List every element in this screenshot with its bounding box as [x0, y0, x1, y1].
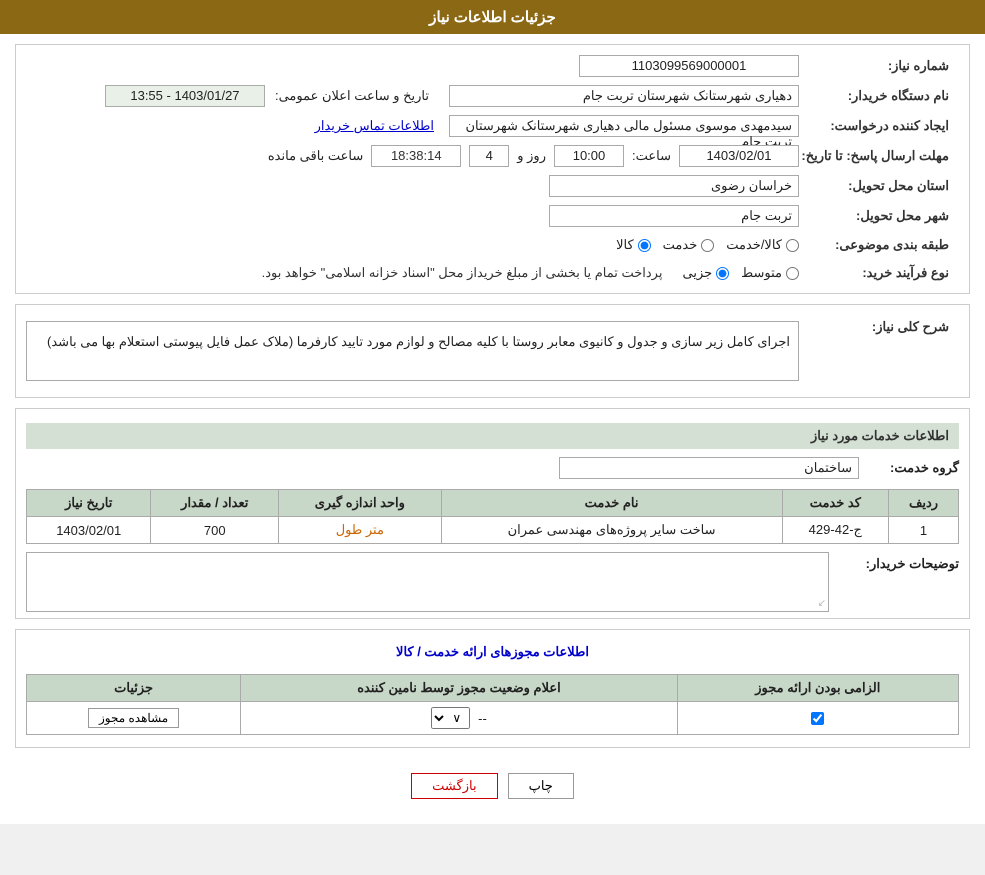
time-value: 10:00	[554, 145, 624, 167]
buyer-org-value: دهیاری شهرستانک شهرستان تربت جام	[449, 85, 799, 107]
description-section: شرح کلی نیاز: اجرای کامل زیر سازی و جدول…	[15, 304, 970, 398]
services-title: اطلاعات خدمات مورد نیاز	[26, 423, 959, 449]
print-button[interactable]: چاپ	[508, 773, 574, 799]
page-title: جزئیات اطلاعات نیاز	[429, 9, 556, 26]
license-col-required: الزامی بودن ارائه مجوز	[677, 675, 958, 702]
radio-motavaset-label: متوسط	[741, 265, 782, 281]
category-label: طبقه بندی موضوعی:	[799, 237, 959, 253]
license-required-checkbox[interactable]	[811, 712, 824, 725]
license-section: اطلاعات مجوزهای ارائه خدمت / کالا الزامی…	[15, 629, 970, 748]
radio-kala-input[interactable]	[638, 239, 651, 252]
category-radio-group: کالا/خدمت خدمت کالا	[616, 237, 799, 253]
cell-row: 1	[889, 517, 959, 544]
buyer-description-section: توضیحات خریدار: ↙	[26, 552, 959, 612]
license-required-cell	[677, 702, 958, 735]
radio-motavaset-input[interactable]	[786, 267, 799, 280]
city-row: شهر محل تحویل: تربت جام	[26, 201, 959, 231]
license-status-cell: -- ∨	[241, 702, 677, 735]
deadline-label: مهلت ارسال پاسخ: تا تاریخ:	[799, 148, 959, 164]
col-code: کد خدمت	[782, 490, 888, 517]
view-license-button[interactable]: مشاهده مجوز	[88, 708, 179, 728]
group-value: ساختمان	[559, 457, 859, 479]
page-header: جزئیات اطلاعات نیاز	[0, 0, 985, 34]
group-row: گروه خدمت: ساختمان	[26, 453, 959, 483]
main-content: شماره نیاز: 1103099569000001 نام دستگاه …	[0, 34, 985, 824]
services-section: اطلاعات خدمات مورد نیاز گروه خدمت: ساختم…	[15, 408, 970, 619]
need-number-row: شماره نیاز: 1103099569000001	[26, 51, 959, 81]
col-unit: واحد اندازه گیری	[279, 490, 441, 517]
list-item: -- ∨ مشاهده مجوز	[27, 702, 959, 735]
category-row: طبقه بندی موضوعی: کالا/خدمت خدمت کالا	[26, 231, 959, 259]
time-label: ساعت:	[632, 148, 671, 164]
services-table: ردیف کد خدمت نام خدمت واحد اندازه گیری ت…	[26, 489, 959, 544]
buyer-org-label: نام دستگاه خریدار:	[799, 88, 959, 104]
need-number-label: شماره نیاز:	[799, 58, 959, 74]
radio-khadamat[interactable]: خدمت	[663, 237, 715, 253]
radio-khadamat-label: خدمت	[663, 237, 698, 253]
need-number-value: 1103099569000001	[579, 55, 799, 77]
radio-kala-label: کالا	[616, 237, 634, 253]
creator-row: ایجاد کننده درخواست: سیدمهدی موسوی مسئول…	[26, 111, 959, 141]
license-table: الزامی بودن ارائه مجوز اعلام وضعیت مجوز …	[26, 674, 959, 735]
days-label: روز و	[517, 148, 546, 164]
buyer-org-row: نام دستگاه خریدار: دهیاری شهرستانک شهرست…	[26, 81, 959, 111]
radio-jozi[interactable]: جزیی	[682, 265, 729, 281]
group-label: گروه خدمت:	[859, 460, 959, 476]
license-title: اطلاعات مجوزهای ارائه خدمت / کالا	[26, 636, 959, 668]
creator-value: سیدمهدی موسوی مسئول مالی دهیاری شهرستانک…	[449, 115, 799, 137]
announce-label: تاریخ و ساعت اعلان عمومی:	[275, 88, 429, 104]
resize-icon: ↙	[818, 598, 826, 609]
col-date: تاریخ نیاز	[27, 490, 151, 517]
description-value: اجرای کامل زیر سازی و جدول و کانیوی معاب…	[26, 321, 799, 381]
remaining-value: 18:38:14	[371, 145, 461, 167]
cell-unit: متر طول	[279, 517, 441, 544]
remaining-label: ساعت باقی مانده	[268, 148, 363, 164]
page-wrapper: جزئیات اطلاعات نیاز شماره نیاز: 11030995…	[0, 0, 985, 824]
col-name: نام خدمت	[441, 490, 782, 517]
col-row: ردیف	[889, 490, 959, 517]
radio-kala-khadamat-label: کالا/خدمت	[726, 237, 782, 253]
radio-kala-khadamat[interactable]: کالا/خدمت	[726, 237, 799, 253]
deadline-row: مهلت ارسال پاسخ: تا تاریخ: 1403/02/01 سا…	[26, 141, 959, 171]
info-section: شماره نیاز: 1103099569000001 نام دستگاه …	[15, 44, 970, 294]
description-row: شرح کلی نیاز: اجرای کامل زیر سازی و جدول…	[26, 311, 959, 391]
days-value: 4	[469, 145, 509, 167]
process-radio-group: متوسط جزیی	[682, 265, 799, 281]
footer-buttons: چاپ بازگشت	[15, 758, 970, 814]
contact-link[interactable]: اطلاعات تماس خریدار	[315, 118, 434, 134]
license-col-status: اعلام وضعیت مجوز توسط نامین کننده	[241, 675, 677, 702]
radio-kala[interactable]: کالا	[616, 237, 651, 253]
radio-khadamat-input[interactable]	[701, 239, 714, 252]
license-details-cell: مشاهده مجوز	[27, 702, 241, 735]
table-row: 1 ج-42-429 ساخت سایر پروژه‌های مهندسی عم…	[27, 517, 959, 544]
cell-date: 1403/02/01	[27, 517, 151, 544]
radio-jozi-input[interactable]	[716, 267, 729, 280]
province-label: استان محل تحویل:	[799, 178, 959, 194]
cell-name: ساخت سایر پروژه‌های مهندسی عمران	[441, 517, 782, 544]
date-value: 1403/02/01	[679, 145, 799, 167]
radio-jozi-label: جزیی	[682, 265, 712, 281]
province-row: استان محل تحویل: خراسان رضوی	[26, 171, 959, 201]
radio-motavaset[interactable]: متوسط	[741, 265, 799, 281]
city-label: شهر محل تحویل:	[799, 208, 959, 224]
creator-label: ایجاد کننده درخواست:	[799, 118, 959, 134]
buyer-desc-label: توضیحات خریدار:	[829, 552, 959, 576]
back-button[interactable]: بازگشت	[411, 773, 497, 799]
province-value: خراسان رضوی	[549, 175, 799, 197]
announce-value: 1403/01/27 - 13:55	[105, 85, 265, 107]
cell-quantity: 700	[151, 517, 279, 544]
col-quantity: تعداد / مقدار	[151, 490, 279, 517]
license-status-select[interactable]: ∨	[431, 707, 470, 729]
city-value: تربت جام	[549, 205, 799, 227]
description-label: شرح کلی نیاز:	[799, 315, 959, 335]
process-row: نوع فرآیند خرید: متوسط جزیی پرداخت تمام …	[26, 259, 959, 287]
process-label: نوع فرآیند خرید:	[799, 265, 959, 281]
license-status-text: --	[478, 711, 487, 726]
group-value-text: ساختمان	[804, 460, 852, 476]
process-note: پرداخت تمام یا بخشی از مبلغ خریداز محل "…	[262, 265, 663, 281]
radio-kala-khadamat-input[interactable]	[786, 239, 799, 252]
buyer-desc-area: ↙	[26, 552, 829, 612]
license-col-details: جزئیات	[27, 675, 241, 702]
cell-code: ج-42-429	[782, 517, 888, 544]
